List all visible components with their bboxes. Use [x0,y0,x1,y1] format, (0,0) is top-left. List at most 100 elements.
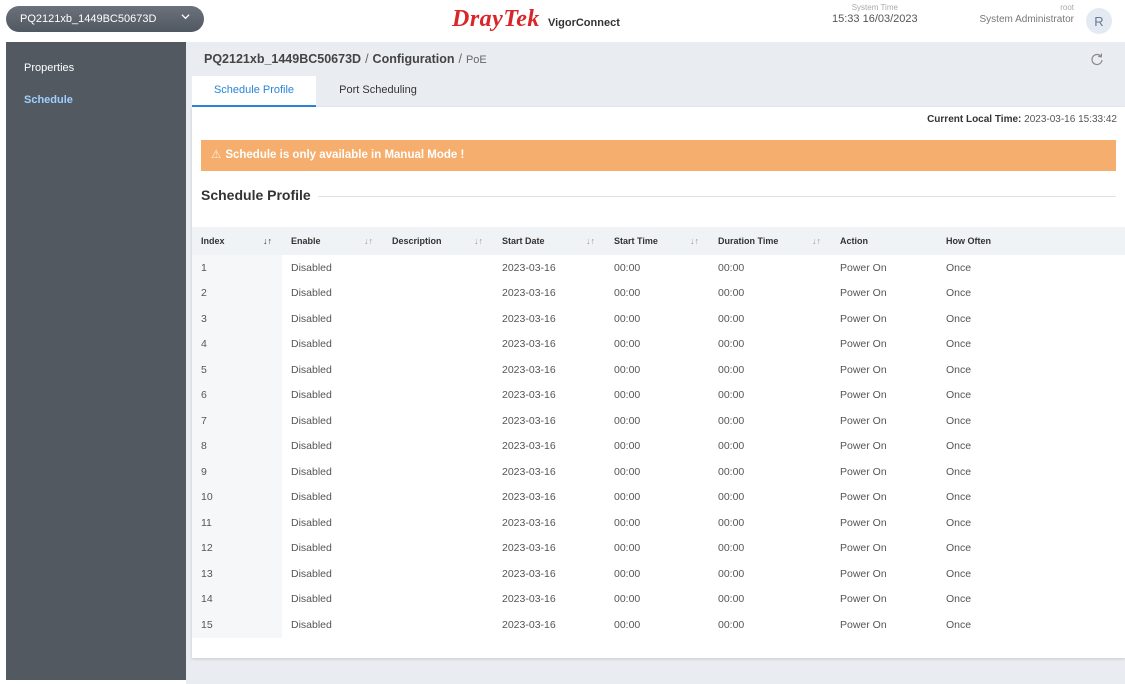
table-row[interactable]: 14 Disabled 2023-03-16 00:00 00:00 Power On On… [192,586,1125,612]
cell-index: 12 [192,535,282,561]
table-row[interactable]: 15 Disabled 2023-03-16 00:00 00:00 Power On On… [192,612,1125,638]
table-row[interactable]: 10 Disabled 2023-03-16 00:00 00:00 Power On On… [192,484,1125,511]
table-row[interactable]: 2 Disabled 2023-03-16 00:00 00:00 Power On Onc… [192,280,1125,307]
cell-duration-time: 00:00 [718,618,745,631]
cell-how-often: Once [946,414,972,427]
cell-action: Power On [840,389,887,402]
sidebar-item-schedule[interactable]: Schedule [6,84,186,116]
cell-description [383,485,493,511]
table-row[interactable]: 3 Disabled 2023-03-16 00:00 00:00 Power On Onc… [192,306,1125,332]
cell-start-date: 2023-03-16 [502,618,556,631]
table-row[interactable]: 12 Disabled 2023-03-16 00:00 00:00 Power On On… [192,535,1125,562]
cell-index: 1 [192,255,282,281]
cell-enable: Disabled [291,287,332,300]
cell-start-time: 00:00 [614,593,641,606]
chevron-down-icon [181,14,190,20]
sidebar-item-properties[interactable]: Properties [6,52,186,84]
cell-enable: Disabled [291,440,332,453]
sort-icon[interactable]: ↓↑ [812,236,821,246]
cell-start-date: 2023-03-16 [502,542,556,555]
column-header-duration-time[interactable]: Duration Time ↓↑ [709,227,831,255]
cell-enable: Disabled [291,516,332,529]
system-time-label: System Time [851,3,898,12]
warning-text: Schedule is only available in Manual Mod… [225,149,465,161]
tab-port-scheduling[interactable]: Port Scheduling [316,76,440,105]
cell-start-time: 00:00 [614,261,641,274]
breadcrumb-section[interactable]: Configuration [373,52,455,66]
cell-start-date: 2023-03-16 [502,312,556,325]
cell-duration-time: 00:00 [718,414,745,427]
cell-enable: Disabled [291,414,332,427]
table-row[interactable]: 8 Disabled 2023-03-16 00:00 00:00 Power On Onc… [192,433,1125,459]
cell-start-date: 2023-03-16 [502,287,556,300]
table-row[interactable]: 9 Disabled 2023-03-16 00:00 00:00 Power On Onc… [192,459,1125,485]
cell-action: Power On [840,618,887,631]
table-row[interactable]: 7 Disabled 2023-03-16 00:00 00:00 Power On Onc… [192,408,1125,434]
cell-enable: Disabled [291,465,332,478]
cell-start-time: 00:00 [614,618,641,631]
tab-schedule-profile[interactable]: Schedule Profile [192,76,316,107]
avatar[interactable]: R [1086,8,1112,34]
device-selector-label: PQ2121xb_1449BC50673D [20,13,157,25]
table-row[interactable]: 11 Disabled 2023-03-16 00:00 00:00 Power On On… [192,510,1125,536]
cell-start-date: 2023-03-16 [502,593,556,606]
table-row[interactable]: 6 Disabled 2023-03-16 00:00 00:00 Power On Onc… [192,382,1125,408]
brand-name: DrayTek [452,6,540,32]
cell-description [383,332,493,358]
cell-description [383,255,493,281]
sort-icon[interactable]: ↓↑ [690,236,699,246]
cell-action: Power On [840,287,887,300]
cell-action: Power On [840,261,887,274]
column-header-start-date[interactable]: Start Date ↓↑ [493,227,605,255]
cell-action: Power On [840,465,887,478]
sort-icon[interactable]: ↓↑ [364,236,373,246]
column-header-start-time[interactable]: Start Time ↓↑ [605,227,709,255]
cell-enable: Disabled [291,261,332,274]
cell-action: Power On [840,542,887,555]
cell-duration-time: 00:00 [718,542,745,555]
cell-start-time: 00:00 [614,516,641,529]
cell-duration-time: 00:00 [718,287,745,300]
cell-how-often: Once [946,363,972,376]
cell-description [383,357,493,383]
cell-duration-time: 00:00 [718,593,745,606]
cell-description [383,281,493,307]
cell-description [383,561,493,587]
table-row[interactable]: 1 Disabled 2023-03-16 00:00 00:00 Power On Onc… [192,255,1125,281]
sort-desc-icon[interactable]: ↓↑ [263,236,272,246]
cell-start-time: 00:00 [614,542,641,555]
cell-action: Power On [840,312,887,325]
breadcrumb-device[interactable]: PQ2121xb_1449BC50673D [204,52,361,66]
column-header-index[interactable]: Index ↓↑ [192,227,282,255]
sidebar: Properties Schedule [6,42,186,680]
cell-description [383,536,493,562]
cell-start-date: 2023-03-16 [502,491,556,504]
cell-duration-time: 00:00 [718,338,745,351]
current-time-label: Current Local Time: [927,114,1022,125]
table-row[interactable]: 13 Disabled 2023-03-16 00:00 00:00 Power On On… [192,561,1125,587]
draytek-logo: DrayTek VigorConnect [452,6,620,33]
cell-start-date: 2023-03-16 [502,414,556,427]
cell-start-time: 00:00 [614,414,641,427]
warning-icon: ⚠ [211,149,222,161]
cell-how-often: Once [946,516,972,529]
device-selector[interactable]: PQ2121xb_1449BC50673D [6,6,204,32]
cell-start-date: 2023-03-16 [502,363,556,376]
cell-how-often: Once [946,542,972,555]
cell-how-often: Once [946,261,972,274]
sort-icon[interactable]: ↓↑ [474,236,483,246]
column-header-enable[interactable]: Enable ↓↑ [282,227,383,255]
column-header-action: Action [840,236,868,246]
column-header-how-often: How Often [946,236,991,246]
table-header-row: Index ↓↑ Enable ↓↑ Description ↓↑ Start Dat… [192,227,1125,255]
cell-index: 3 [192,306,282,332]
refresh-icon[interactable] [1090,52,1104,66]
breadcrumb: PQ2121xb_1449BC50673D / Configuration / PoE [204,52,487,66]
sort-icon[interactable]: ↓↑ [586,236,595,246]
column-header-description[interactable]: Description ↓↑ [383,227,493,255]
cell-description [383,612,493,638]
table-row[interactable]: 5 Disabled 2023-03-16 00:00 00:00 Power On Onc… [192,357,1125,383]
breadcrumb-page: PoE [465,54,487,66]
table-row[interactable]: 4 Disabled 2023-03-16 00:00 00:00 Power On Onc… [192,331,1125,358]
cell-enable: Disabled [291,363,332,376]
